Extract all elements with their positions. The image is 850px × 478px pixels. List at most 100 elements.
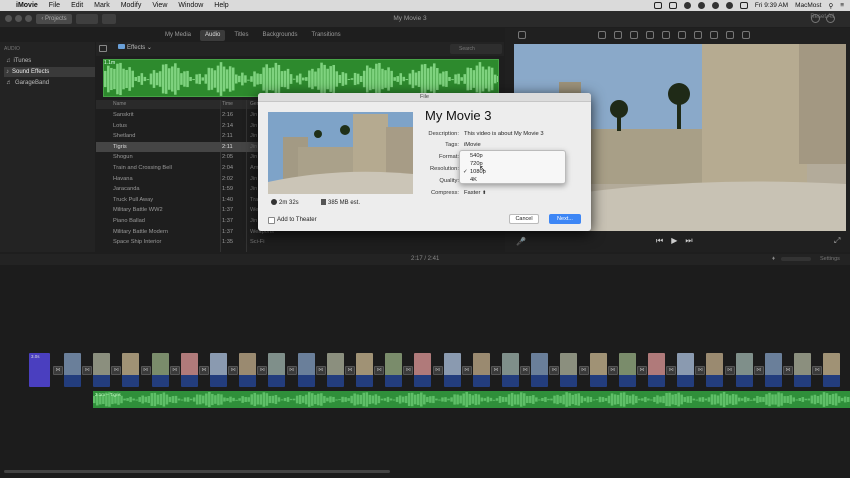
transition-icon[interactable]: ⋈ xyxy=(607,366,618,375)
tab-my-media[interactable]: My Media xyxy=(160,30,196,41)
volume-tool-icon[interactable] xyxy=(678,31,686,39)
list-row[interactable]: Space Ship Interior 1:35 Sci-Fi xyxy=(96,237,504,248)
battery-icon[interactable] xyxy=(739,2,748,9)
play-icon[interactable]: ▶ xyxy=(671,236,677,246)
add-to-theater-checkbox[interactable] xyxy=(268,217,275,224)
transition-icon[interactable]: ⋈ xyxy=(257,366,268,375)
transition-icon[interactable]: ⋈ xyxy=(432,366,443,375)
timeline-clip[interactable] xyxy=(502,353,519,387)
transition-icon[interactable]: ⋈ xyxy=(491,366,501,375)
transition-icon[interactable]: ⋈ xyxy=(724,366,735,375)
transition-icon[interactable]: ⋈ xyxy=(374,366,385,375)
tab-audio[interactable]: Audio xyxy=(200,30,226,41)
enhance-icon[interactable] xyxy=(598,31,606,39)
timeline-clip[interactable] xyxy=(677,353,695,387)
menu-modify[interactable]: Modify xyxy=(121,0,142,11)
transition-icon[interactable]: ⋈ xyxy=(753,366,764,375)
tags-field[interactable]: iMovie xyxy=(464,142,481,148)
skip-forward-icon[interactable]: ⏭ xyxy=(685,236,692,246)
clock[interactable]: Fri 9:39 AM xyxy=(755,2,788,9)
menu-view[interactable]: View xyxy=(152,0,167,11)
zoom-button[interactable] xyxy=(25,15,32,22)
timeline-clip[interactable] xyxy=(180,353,198,387)
timeline-clip[interactable] xyxy=(326,353,344,387)
description-field[interactable]: This video is about My Movie 3 xyxy=(464,131,544,137)
transition-icon[interactable]: ⋈ xyxy=(783,366,793,375)
info-icon[interactable] xyxy=(826,14,835,23)
timeline-clip[interactable] xyxy=(618,353,636,387)
timeline-clip[interactable] xyxy=(268,353,286,387)
minimize-button[interactable] xyxy=(15,15,22,22)
timeline-clip[interactable] xyxy=(210,353,227,387)
sidebar-item-sound-effects[interactable]: ♪ Sound Effects xyxy=(4,67,95,77)
transition-icon[interactable]: ⋈ xyxy=(461,366,472,375)
transition-icon[interactable]: ⋈ xyxy=(812,366,823,375)
search-icon[interactable]: ⚲ xyxy=(828,2,833,10)
transition-icon[interactable]: ⋈ xyxy=(403,366,414,375)
wifi-icon[interactable] xyxy=(711,2,719,9)
compress-popup[interactable]: Faster ⬍ xyxy=(464,190,486,196)
timemachine-icon[interactable] xyxy=(683,2,691,9)
zoom-slider[interactable] xyxy=(781,257,811,261)
timeline-clip[interactable] xyxy=(472,353,490,387)
transition-icon[interactable]: ⋈ xyxy=(695,366,706,375)
timeline-clip[interactable] xyxy=(93,353,111,387)
skip-back-icon[interactable]: ⏮ xyxy=(656,236,663,246)
transition-icon[interactable]: ⋈ xyxy=(111,366,122,375)
menu-app-name[interactable]: iMovie xyxy=(16,0,38,11)
horizontal-scrollbar[interactable] xyxy=(4,470,390,473)
transition-icon[interactable]: ⋈ xyxy=(82,366,93,375)
timeline-clip[interactable] xyxy=(64,353,81,387)
crop-tool-icon[interactable] xyxy=(646,31,654,39)
transition-icon[interactable]: ⋈ xyxy=(549,366,560,375)
timeline-clip[interactable] xyxy=(589,353,607,387)
sidebar-item-garageband[interactable]: ♬ GarageBand xyxy=(4,78,95,88)
stabilization-icon[interactable] xyxy=(662,31,670,39)
sidebar-item-itunes[interactable]: ♫ iTunes xyxy=(4,56,95,66)
color-balance-icon[interactable] xyxy=(614,31,622,39)
tab-titles[interactable]: Titles xyxy=(229,30,253,41)
transition-icon[interactable]: ⋈ xyxy=(520,366,531,375)
effects-popup[interactable]: Effects ⌄ xyxy=(118,44,152,51)
noise-reduction-icon[interactable] xyxy=(694,31,702,39)
timeline-clip[interactable] xyxy=(531,353,549,387)
fullscreen-icon[interactable]: ⤢ xyxy=(834,236,840,246)
share-icon[interactable] xyxy=(811,14,820,23)
menu-mark[interactable]: Mark xyxy=(94,0,110,11)
menu-help[interactable]: Help xyxy=(214,0,228,11)
timeline-clip[interactable] xyxy=(122,353,140,387)
microphone-icon[interactable]: 🎤 xyxy=(516,237,526,246)
color-correction-icon[interactable] xyxy=(630,31,638,39)
transition-icon[interactable]: ⋈ xyxy=(199,366,209,375)
projects-button[interactable]: ‹ Projects xyxy=(36,14,72,24)
timeline-clip[interactable] xyxy=(735,353,753,387)
timeline-clip[interactable] xyxy=(297,353,315,387)
timeline-clip[interactable] xyxy=(239,353,257,387)
timeline-clip[interactable] xyxy=(414,353,432,387)
speed-icon[interactable] xyxy=(710,31,718,39)
close-button[interactable] xyxy=(5,15,12,22)
timeline-clip[interactable] xyxy=(823,353,841,387)
audio-meter-icon[interactable]: ♦ xyxy=(772,256,775,262)
menu-window[interactable]: Window xyxy=(178,0,203,11)
resolution-option-4k[interactable]: 4K xyxy=(470,177,477,183)
user-name[interactable]: MacMost xyxy=(795,2,821,9)
timeline-clip[interactable] xyxy=(706,353,724,387)
transition-icon[interactable]: ⋈ xyxy=(315,366,326,375)
clip-info-icon[interactable] xyxy=(742,31,750,39)
audio-waveform-preview[interactable] xyxy=(103,59,499,97)
dropbox-icon[interactable] xyxy=(653,2,662,9)
import-button[interactable] xyxy=(76,14,98,24)
transition-icon[interactable]: ⋈ xyxy=(637,366,647,375)
crop-icon[interactable] xyxy=(518,31,526,39)
share-toolbar-button[interactable] xyxy=(102,14,116,24)
timeline-settings-button[interactable]: Settings xyxy=(820,256,840,262)
transition-icon[interactable]: ⋈ xyxy=(578,366,589,375)
transition-icon[interactable]: ⋈ xyxy=(169,366,180,375)
timeline-clip[interactable] xyxy=(764,353,782,387)
col-name-header[interactable]: Name xyxy=(113,101,126,107)
transition-icon[interactable]: ⋈ xyxy=(666,366,677,375)
timeline-clip[interactable] xyxy=(151,353,169,387)
cancel-button[interactable]: Cancel xyxy=(509,214,539,224)
menu-edit[interactable]: Edit xyxy=(71,0,83,11)
